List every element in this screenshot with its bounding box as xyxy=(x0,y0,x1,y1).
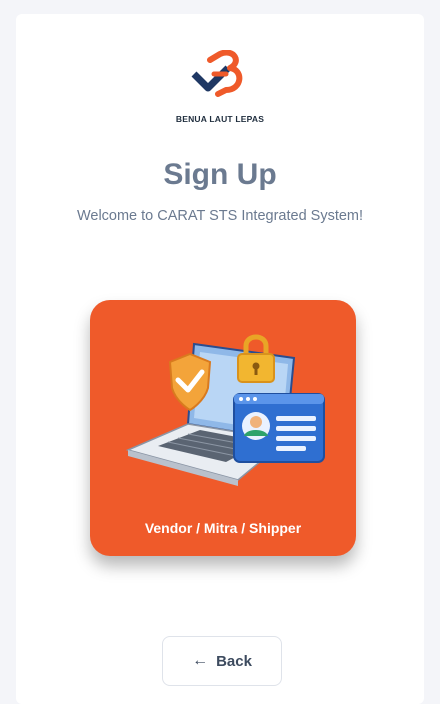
arrow-left-icon: ← xyxy=(192,652,209,669)
brand-name: BENUA LAUT LEPAS xyxy=(175,114,265,124)
page-title: Sign Up xyxy=(163,158,277,191)
back-button-label: Back xyxy=(216,652,252,670)
back-button[interactable]: ← Back xyxy=(162,636,282,686)
company-logo-icon xyxy=(191,50,243,97)
laptop-security-illustration-icon xyxy=(125,334,325,486)
vendor-option-label: Vendor / Mitra / Shipper xyxy=(144,520,302,536)
page-subtitle: Welcome to CARAT STS Integrated System! xyxy=(76,208,364,224)
vendor-signup-option[interactable]: Vendor / Mitra / Shipper xyxy=(90,300,356,556)
